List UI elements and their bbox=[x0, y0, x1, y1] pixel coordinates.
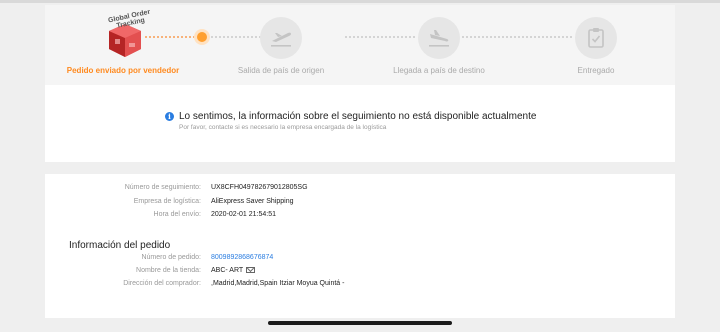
top-edge bbox=[0, 0, 720, 3]
detail-label: Número de seguimiento: bbox=[124, 184, 201, 191]
progress-connector bbox=[145, 36, 195, 38]
order-info-card: Número de seguimiento: UX8CFH04978267901… bbox=[45, 174, 675, 318]
detail-row-tracking-number: Número de seguimiento: UX8CFH04978267901… bbox=[45, 184, 675, 197]
home-indicator[interactable] bbox=[268, 321, 452, 325]
progress-connector bbox=[462, 36, 572, 38]
detail-label: Nombre de la tienda: bbox=[136, 267, 201, 274]
detail-row-logistics: Empresa de logística: AliExpress Saver S… bbox=[45, 198, 675, 211]
buyer-address-value: ,Madrid,Madrid,Spain Itziar Moyua Quintá… bbox=[211, 280, 345, 287]
notice-title: Lo sentimos, la información sobre el seg… bbox=[179, 111, 537, 122]
detail-row-ship-time: Hora del envío: 2020-02-01 21:54:51 bbox=[45, 211, 675, 224]
step-circle-departure bbox=[260, 17, 302, 59]
ship-time-value: 2020-02-01 21:54:51 bbox=[211, 211, 276, 218]
info-icon: i bbox=[165, 112, 174, 121]
step-label-arrival: Llegada a país de destino bbox=[393, 66, 485, 75]
detail-row-order-number: Número de pedido: 8009892868676874 bbox=[45, 254, 675, 267]
plane-landing-icon bbox=[429, 30, 449, 47]
step-label-departure: Salida de país de origen bbox=[237, 66, 325, 75]
progress-bar-track: Global Order Tracking Pedido enviado por bbox=[45, 5, 675, 85]
detail-label: Dirección del comprador: bbox=[123, 280, 201, 287]
order-number-link[interactable]: 8009892868676874 bbox=[211, 254, 273, 261]
notice-subtitle: Por favor, contacte si es necesario la e… bbox=[179, 124, 387, 131]
store-name-text: ABC- ART bbox=[211, 267, 244, 274]
order-info-title: Información del pedido bbox=[69, 240, 171, 251]
plane-takeoff-icon bbox=[271, 32, 291, 47]
step-circle-arrival bbox=[418, 17, 460, 59]
tracking-unavailable-notice: i Lo sentimos, la información sobre el s… bbox=[165, 111, 595, 131]
detail-label: Hora del envío: bbox=[153, 211, 201, 218]
clipboard-check-icon bbox=[588, 28, 604, 48]
tracking-progress-card: Global Order Tracking Pedido enviado por bbox=[45, 5, 675, 162]
logistics-company-value: AliExpress Saver Shipping bbox=[211, 198, 294, 205]
step-label-delivered: Entregado bbox=[577, 66, 615, 75]
detail-label: Número de pedido: bbox=[141, 254, 201, 261]
mail-icon[interactable] bbox=[246, 267, 256, 274]
detail-row-store: Nombre de la tienda: ABC- ART bbox=[45, 267, 675, 280]
step-circle-delivered bbox=[575, 17, 617, 59]
current-step-dot bbox=[197, 32, 207, 42]
detail-row-address: Dirección del comprador: ,Madrid,Madrid,… bbox=[45, 280, 675, 293]
tracking-number-value: UX8CFH049782679012805SG bbox=[211, 184, 308, 191]
step-label-shipped: Pedido enviado por vendedor bbox=[66, 66, 180, 75]
progress-connector bbox=[345, 36, 415, 38]
detail-label: Empresa de logística: bbox=[133, 198, 201, 205]
store-name-value: ABC- ART bbox=[211, 267, 256, 274]
